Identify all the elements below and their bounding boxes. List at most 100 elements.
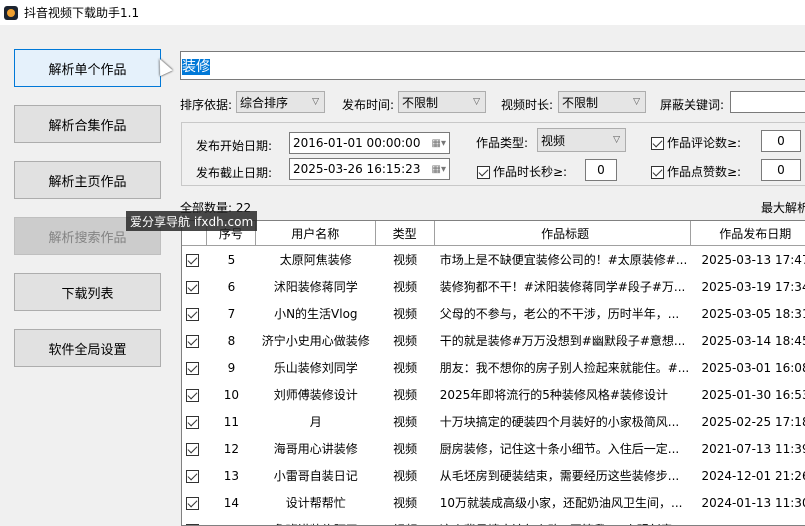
- col-title[interactable]: 作品标题: [435, 221, 692, 245]
- like-min-checkbox[interactable]: 作品点赞数≥:: [651, 163, 741, 180]
- checkbox-checked[interactable]: [186, 280, 199, 294]
- comment-min-checkbox[interactable]: 作品评论数≥:: [651, 134, 741, 151]
- row-checkbox[interactable]: [182, 388, 207, 402]
- row-date: 2024-01-13 11:30: [701, 495, 805, 510]
- row-title: 2025年即将流行的5种装修风格#装修设计: [439, 388, 668, 402]
- row-checkbox[interactable]: [182, 415, 207, 429]
- row-type: 视频: [393, 361, 418, 375]
- duration-min-input[interactable]: 0: [585, 159, 617, 181]
- table-row[interactable]: 9 乐山装修刘同学 视频 朋友：我不想你的房子别人捡起来就能住。#... 202…: [182, 354, 805, 381]
- checkbox-checked[interactable]: [186, 415, 199, 429]
- publish-time-value: 不限制: [402, 95, 439, 110]
- search-value: 装修: [182, 59, 210, 75]
- work-type-select[interactable]: 视频 ▽: [537, 128, 626, 152]
- max-parse-label: 最大解析: [761, 201, 805, 215]
- table-row[interactable]: 13 小雷哥自装日记 视频 从毛坯房到硬装结束，需要经历这些装修步... 202…: [182, 462, 805, 489]
- end-date-picker[interactable]: 2025-03-26 16:15:23 ▦▾: [289, 158, 450, 180]
- col-user[interactable]: 用户名称: [256, 221, 376, 245]
- row-checkbox[interactable]: [182, 361, 207, 375]
- row-title: 装修狗都不干！#沭阳装修蒋同学#段子#万...: [439, 280, 686, 294]
- row-index: 6: [227, 279, 236, 294]
- row-user: 设计帮帮忙: [285, 496, 346, 510]
- parse-single-button[interactable]: 解析单个作品: [14, 49, 161, 87]
- checkbox-checked[interactable]: [186, 388, 199, 402]
- row-checkbox[interactable]: [182, 280, 207, 294]
- duration-min-checkbox[interactable]: 作品时长秒≥:: [477, 163, 567, 180]
- row-date: 2025-03-14 18:45: [701, 333, 805, 348]
- like-min-input[interactable]: 0: [761, 159, 801, 181]
- table-row[interactable]: 11 月 视频 十万块搞定的硬装四个月装好的小家极简风... 2025-02-2…: [182, 408, 805, 435]
- search-input[interactable]: 装修: [180, 51, 805, 80]
- row-date: 2025-01-30 16:53: [701, 387, 805, 402]
- sort-value: 综合排序: [240, 95, 289, 110]
- row-checkbox[interactable]: [182, 442, 207, 456]
- row-date: 2024-12-01 21:26: [701, 468, 805, 483]
- duration-value: 不限制: [562, 95, 599, 110]
- checkbox-checked[interactable]: [186, 496, 199, 510]
- table-row[interactable]: 14 设计帮帮忙 视频 10万就装成高级小家，还配奶油风卫生间，... 2024…: [182, 489, 805, 516]
- row-user: 太原阿焦装修: [279, 253, 352, 267]
- row-index: 15: [207, 523, 256, 526]
- row-user: 小雷哥自装日记: [273, 469, 358, 483]
- checkbox-checked[interactable]: [186, 442, 199, 456]
- row-title: 从毛坯房到硬装结束，需要经历这些装修步...: [439, 469, 680, 483]
- checkbox-checked[interactable]: [651, 137, 664, 150]
- table-header: 序号 用户名称 类型 作品标题 作品发布日期: [182, 221, 805, 246]
- checkbox-checked[interactable]: [186, 307, 199, 321]
- row-user: 济宁小史用心做装修: [261, 334, 370, 348]
- col-type[interactable]: 类型: [376, 221, 435, 245]
- row-index: 9: [227, 360, 236, 375]
- row-title: 这个背景墙应该怎么改? 同管我! #小明创意: [435, 521, 692, 525]
- table-row[interactable]: 12 海哥用心讲装修 视频 厨房装修，记住这十条小细节。入住后一定... 202…: [182, 435, 805, 462]
- row-user: 沭阳装修蒋同学: [273, 280, 358, 294]
- global-settings-button[interactable]: 软件全局设置: [14, 329, 161, 367]
- work-type-value: 视频: [541, 133, 566, 148]
- checkbox-checked[interactable]: [186, 361, 199, 375]
- calendar-icon[interactable]: ▦▾: [432, 164, 446, 175]
- checkbox-checked[interactable]: [651, 166, 664, 179]
- table-row[interactable]: 8 济宁小史用心做装修 视频 干的就是装修#万万没想到#幽默段子#意想... 2…: [182, 327, 805, 354]
- row-type: 视频: [376, 521, 435, 525]
- parse-collection-button[interactable]: 解析合集作品: [14, 105, 161, 143]
- start-date-picker[interactable]: 2016-01-01 00:00:00 ▦▾: [289, 132, 450, 154]
- row-type: 视频: [393, 415, 418, 429]
- download-list-button[interactable]: 下载列表: [14, 273, 161, 311]
- end-date-label: 发布截止日期:: [196, 166, 273, 180]
- row-checkbox[interactable]: [182, 469, 207, 483]
- checkbox-checked[interactable]: [186, 334, 199, 348]
- table-row[interactable]: 6 沭阳装修蒋同学 视频 装修狗都不干！#沭阳装修蒋同学#段子#万... 202…: [182, 273, 805, 300]
- row-title: 十万块搞定的硬装四个月装好的小家极简风...: [439, 415, 680, 429]
- table-row[interactable]: 10 刘师傅装修设计 视频 2025年即将流行的5种装修风格#装修设计 2025…: [182, 381, 805, 408]
- comment-min-input[interactable]: 0: [761, 130, 801, 152]
- row-title: 干的就是装修#万万没想到#幽默段子#意想...: [439, 334, 686, 348]
- row-index: 5: [227, 252, 236, 267]
- col-date[interactable]: 作品发布日期: [691, 221, 805, 245]
- row-checkbox[interactable]: [182, 496, 207, 510]
- table-row[interactable]: 5 太原阿焦装修 视频 市场上是不缺便宜装修公司的！#太原装修#... 2025…: [182, 246, 805, 273]
- checkbox-checked[interactable]: [477, 166, 490, 179]
- sort-select[interactable]: 综合排序 ▽: [236, 91, 325, 113]
- app-icon: [4, 5, 18, 20]
- publish-time-label: 发布时间:: [342, 98, 395, 112]
- like-min-label: 作品点赞数≥:: [667, 165, 742, 179]
- row-index: 8: [227, 333, 236, 348]
- row-type: 视频: [393, 307, 418, 321]
- window-title: 抖音视频下载助手1.1: [24, 6, 140, 20]
- chevron-down-icon: ▽: [613, 135, 620, 145]
- table-row[interactable]: 15 鲁班讲装修阿王 视频 这个背景墙应该怎么改? 同管我! #小明创意 202…: [182, 516, 805, 526]
- calendar-icon[interactable]: ▦▾: [432, 138, 446, 149]
- duration-select[interactable]: 不限制 ▽: [558, 91, 646, 113]
- checkbox-checked[interactable]: [186, 253, 199, 267]
- checkbox-checked[interactable]: [186, 469, 199, 483]
- publish-time-select[interactable]: 不限制 ▽: [398, 91, 486, 113]
- row-checkbox[interactable]: [182, 334, 207, 348]
- row-checkbox[interactable]: [182, 523, 207, 525]
- row-checkbox[interactable]: [182, 307, 207, 321]
- row-user: 海哥用心讲装修: [273, 442, 358, 456]
- row-user: 鲁班讲装修阿王: [256, 521, 375, 525]
- parse-homepage-button[interactable]: 解析主页作品: [14, 161, 161, 199]
- row-checkbox[interactable]: [182, 253, 207, 267]
- block-keyword-input[interactable]: [730, 91, 805, 113]
- table-row[interactable]: 7 小N的生活Vlog 视频 父母的不参与，老公的不干涉，历时半年，... 20…: [182, 300, 805, 327]
- chevron-down-icon: ▽: [473, 97, 480, 107]
